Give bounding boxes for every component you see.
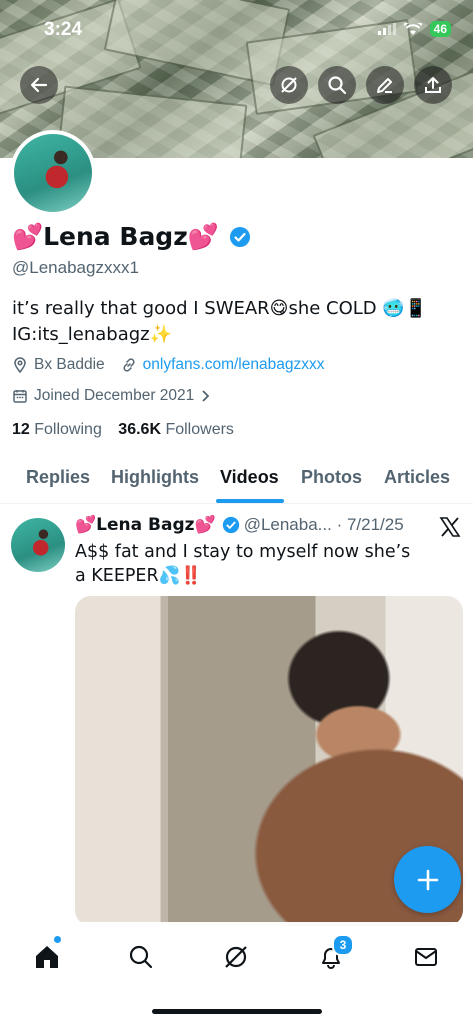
profile-website-link[interactable]: onlyfans.com/lenabagzxxx — [143, 356, 325, 374]
battery-indicator: 46 — [429, 21, 451, 37]
profile-name: 💕Lena Bagz💕 — [12, 222, 219, 251]
following-count: 12 — [12, 421, 30, 438]
back-button[interactable] — [20, 66, 58, 104]
tab-highlights[interactable]: Highlights — [111, 467, 199, 488]
tab-photos[interactable]: Photos — [301, 467, 362, 488]
nav-messages[interactable] — [409, 940, 443, 974]
profile-joined: Joined December 2021 — [34, 387, 195, 404]
back-arrow-icon — [30, 77, 48, 93]
status-time: 3:24 — [44, 19, 83, 40]
active-tab-indicator — [216, 499, 284, 503]
post-handle-date: @Lenaba... · 7/21/25 — [243, 515, 404, 534]
profile-tabs: Replies Highlights Videos Photos Article… — [0, 455, 473, 504]
x-logo-icon — [439, 517, 461, 537]
mail-icon — [415, 948, 437, 966]
search-button[interactable] — [318, 66, 356, 104]
post-text: A$$ fat and I stay to myself now she’s a… — [75, 542, 411, 586]
followers-label: Followers — [165, 421, 234, 438]
follow-stats: 12 Following 36.6K Followers — [12, 421, 234, 439]
search-icon — [129, 945, 153, 969]
tab-replies[interactable]: Replies — [26, 467, 90, 488]
grok-icon — [281, 77, 297, 93]
search-icon — [328, 76, 347, 95]
share-icon — [425, 77, 441, 93]
home-unread-dot — [54, 936, 61, 943]
profile-meta-row: Bx Baddie onlyfans.com/lenabagzxxx — [12, 356, 324, 374]
nav-grok[interactable] — [219, 940, 253, 974]
followers-count: 36.6K — [118, 421, 161, 438]
profile-handle: @Lenabagzxxx1 — [12, 258, 139, 277]
notifications-badge: 3 — [332, 934, 354, 956]
edit-button[interactable] — [366, 66, 404, 104]
signal-icon — [377, 23, 396, 35]
nav-search[interactable] — [124, 940, 158, 974]
grok-button[interactable] — [270, 66, 308, 104]
tab-articles[interactable]: Articles — [384, 467, 450, 488]
edit-icon — [377, 78, 392, 93]
share-button[interactable] — [414, 66, 452, 104]
profile-location: Bx Baddie — [34, 356, 105, 373]
following-label: Following — [34, 421, 102, 438]
wifi-icon — [403, 22, 422, 35]
compose-button[interactable] — [394, 846, 461, 913]
grok-icon — [225, 946, 247, 968]
post-avatar[interactable] — [11, 518, 65, 572]
bio-line: IG:its_lenabagz✨ — [12, 324, 173, 345]
calendar-icon — [13, 390, 27, 403]
location-icon — [14, 357, 26, 373]
profile-joined-row[interactable]: Joined December 2021 — [12, 387, 212, 405]
home-indicator — [152, 1009, 322, 1014]
nav-home[interactable] — [30, 936, 64, 974]
home-icon — [36, 946, 58, 968]
bio-line: it’s really that good I SWEAR😋she COLD 🥶… — [12, 298, 428, 319]
chevron-right-icon — [202, 390, 210, 402]
following-link[interactable]: 12 Following — [12, 421, 102, 438]
profile-bio: it’s really that good I SWEAR😋she COLD 🥶… — [12, 296, 452, 348]
link-icon — [123, 358, 135, 372]
verified-icon[interactable] — [229, 226, 251, 248]
followers-link[interactable]: 36.6K Followers — [118, 421, 234, 438]
verified-icon — [222, 516, 239, 534]
profile-avatar[interactable] — [10, 130, 96, 216]
status-bar: 3:24 46 — [0, 0, 473, 58]
profile-name-row: 💕Lena Bagz💕 — [12, 222, 251, 252]
post-author[interactable]: 💕Lena Bagz💕 — [75, 515, 216, 535]
plus-icon — [417, 869, 438, 890]
nav-notifications[interactable]: 3 — [314, 934, 354, 974]
post-header: 💕Lena Bagz💕 @Lenaba... · 7/21/25 — [75, 515, 404, 535]
tab-videos[interactable]: Videos — [220, 467, 279, 488]
status-icons: 46 — [377, 21, 451, 37]
